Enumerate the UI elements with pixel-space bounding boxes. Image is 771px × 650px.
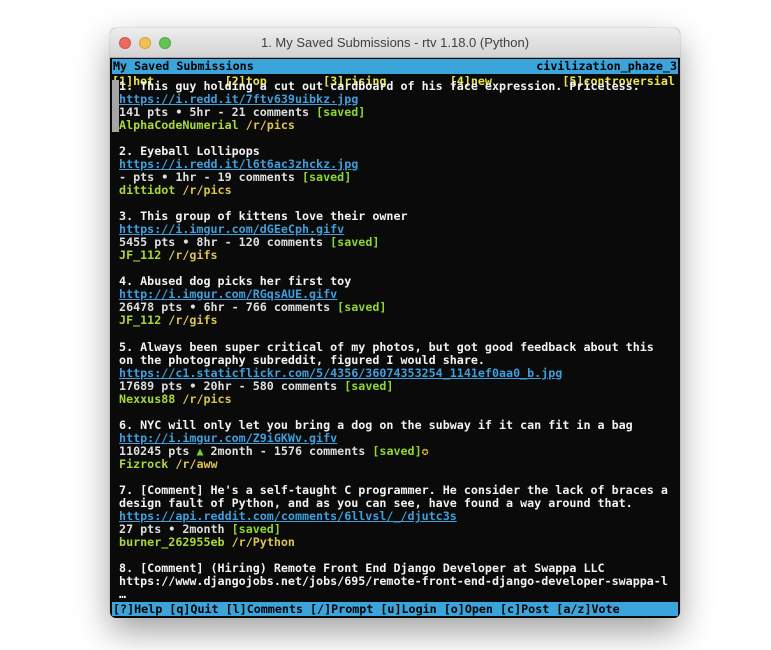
submission-byline: AlphaCodeNumerial /r/pics — [119, 119, 678, 132]
subreddit-name: /r/gifs — [161, 248, 217, 262]
submission-byline: JF_112 /r/gifs — [119, 314, 678, 327]
submission: 5. Always been super critical of my phot… — [112, 341, 678, 406]
status-header-bar: My Saved Submissions civilization_phaze_… — [112, 59, 678, 74]
stats-segment-saved: [saved] — [232, 522, 281, 536]
selection-cursor — [112, 80, 119, 132]
stats-segment-saved: [saved] — [372, 444, 421, 458]
submission-title: 1. This guy holding a cut out cardboard … — [119, 80, 678, 93]
stats-segment-stat: 5455 pts • 8hr - 120 comments — [119, 235, 330, 249]
subreddit-name: /r/pics — [175, 183, 231, 197]
submission: 1. This guy holding a cut out cardboard … — [112, 80, 678, 132]
terminal-screen: My Saved Submissions civilization_phaze_… — [110, 58, 680, 618]
submission-byline: dittidot /r/pics — [119, 184, 678, 197]
submission-list: 1. This guy holding a cut out cardboard … — [112, 80, 678, 602]
author-name: Nexxus88 — [119, 392, 175, 406]
submission-byline: JF_112 /r/gifs — [119, 249, 678, 262]
window-title: 1. My Saved Submissions - rtv 1.18.0 (Py… — [261, 35, 529, 50]
stats-segment-stat: 2month - 1576 comments — [203, 444, 372, 458]
author-name: AlphaCodeNumerial — [119, 118, 239, 132]
stats-segment-stat: 27 pts • 2month — [119, 522, 232, 536]
author-name: JF_112 — [119, 313, 161, 327]
submission: 2. Eyeball Lollipopshttps://i.redd.it/l6… — [112, 145, 678, 197]
subreddit-name: /r/gifs — [161, 313, 217, 327]
submission-title: on the photography subreddit, figured I … — [119, 354, 678, 367]
subreddit-name: /r/pics — [175, 392, 231, 406]
stats-segment-stat: 26478 pts • 6hr - 766 comments — [119, 300, 337, 314]
subreddit-name: /r/Python — [225, 535, 295, 549]
zoom-button[interactable] — [159, 37, 171, 49]
stats-segment-stat: 141 pts • 5hr - 21 comments — [119, 105, 316, 119]
stats-segment-saved: [saved] — [316, 105, 365, 119]
stats-segment-stat: 17689 pts • 20hr - 580 comments — [119, 379, 344, 393]
submission: 8. [Comment] (Hiring) Remote Front End D… — [112, 562, 678, 601]
subreddit-name: /r/aww — [168, 457, 217, 471]
submission-title: 6. NYC will only let you bring a dog on … — [119, 419, 678, 432]
stats-segment-saved: [saved] — [330, 235, 379, 249]
stats-segment-stat: - pts • 1hr - 19 comments — [119, 170, 302, 184]
stats-segment-stat: 110245 pts — [119, 444, 196, 458]
minimize-button[interactable] — [139, 37, 151, 49]
desktop: 1. My Saved Submissions - rtv 1.18.0 (Py… — [0, 0, 771, 650]
submission-byline: Nexxus88 /r/pics — [119, 393, 678, 406]
submission-title: 5. Always been super critical of my phot… — [119, 341, 678, 354]
author-name: burner_262955eb — [119, 535, 225, 549]
author-name: JF_112 — [119, 248, 161, 262]
subreddit-name: /r/pics — [239, 118, 295, 132]
submission-title: … — [119, 588, 678, 601]
submission-title: 2. Eyeball Lollipops — [119, 145, 678, 158]
stats-segment-saved: [saved] — [337, 300, 386, 314]
gilded-icon: ✪ — [422, 444, 429, 458]
author-name: dittidot — [119, 183, 175, 197]
submission: 7. [Comment] He's a self-taught C progra… — [112, 484, 678, 549]
stats-segment-saved: [saved] — [302, 170, 351, 184]
stats-segment-saved: [saved] — [344, 379, 393, 393]
logged-in-user: civilization_phaze_3 — [536, 59, 677, 74]
submission-title: https://www.djangojobs.net/jobs/695/remo… — [119, 575, 678, 588]
close-button[interactable] — [119, 37, 131, 49]
author-name: Fizrock — [119, 457, 168, 471]
rtv-terminal-window: 1. My Saved Submissions - rtv 1.18.0 (Py… — [110, 28, 680, 617]
submission-byline: Fizrock /r/aww — [119, 458, 678, 471]
submission-byline: burner_262955eb /r/Python — [119, 536, 678, 549]
command-hints: [?]Help [q]Quit [l]Comments [/]Prompt [u… — [113, 602, 620, 617]
submission: 6. NYC will only let you bring a dog on … — [112, 419, 678, 471]
command-hint-bar: [?]Help [q]Quit [l]Comments [/]Prompt [u… — [112, 602, 678, 617]
submission: 3. This group of kittens love their owne… — [112, 210, 678, 262]
traffic-lights — [119, 28, 171, 57]
window-titlebar[interactable]: 1. My Saved Submissions - rtv 1.18.0 (Py… — [110, 28, 680, 58]
submission: 4. Abused dog picks her first toyhttp://… — [112, 275, 678, 327]
page-title: My Saved Submissions — [113, 59, 254, 74]
